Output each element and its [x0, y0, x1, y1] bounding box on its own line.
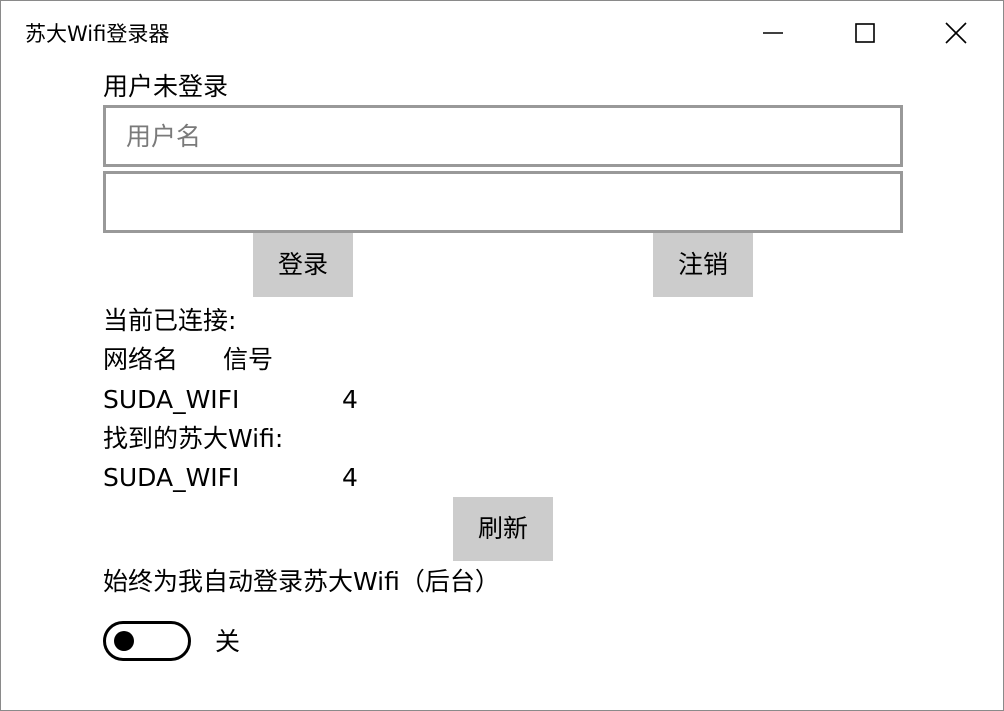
- connected-network-signal: 4: [342, 385, 358, 414]
- maximize-button[interactable]: [820, 1, 910, 65]
- login-status-text: 用户未登录: [103, 72, 229, 101]
- maximize-icon: [855, 23, 875, 43]
- connected-heading: 当前已连接:: [103, 306, 237, 335]
- auto-login-toggle[interactable]: [103, 621, 191, 661]
- logout-button[interactable]: 注销: [653, 233, 753, 297]
- password-input[interactable]: [103, 171, 903, 233]
- signal-column-header: 信号: [223, 345, 274, 374]
- auto-login-state-text: 关: [215, 627, 241, 656]
- found-networks-heading: 找到的苏大Wifi:: [103, 424, 284, 453]
- window-title: 苏大Wifi登录器: [25, 22, 170, 46]
- connected-network-name: SUDA_WIFI: [103, 385, 240, 414]
- found-network-name[interactable]: SUDA_WIFI: [103, 462, 239, 494]
- app-window: 苏大Wifi登录器 用户未登录 登录 注销 当前已连接: 网络名 信号 SUDA…: [0, 0, 1004, 711]
- close-icon: [945, 22, 967, 44]
- network-name-column-header: 网络名: [103, 345, 179, 374]
- found-network-signal: 4: [342, 463, 358, 492]
- username-input[interactable]: [103, 105, 903, 167]
- login-button[interactable]: 登录: [253, 233, 353, 297]
- close-button[interactable]: [911, 1, 1001, 65]
- refresh-button[interactable]: 刷新: [453, 497, 553, 561]
- toggle-knob: [114, 631, 134, 651]
- auto-login-label: 始终为我自动登录苏大Wifi（后台）: [103, 567, 500, 596]
- minimize-icon: [763, 32, 783, 34]
- minimize-button[interactable]: [728, 1, 818, 65]
